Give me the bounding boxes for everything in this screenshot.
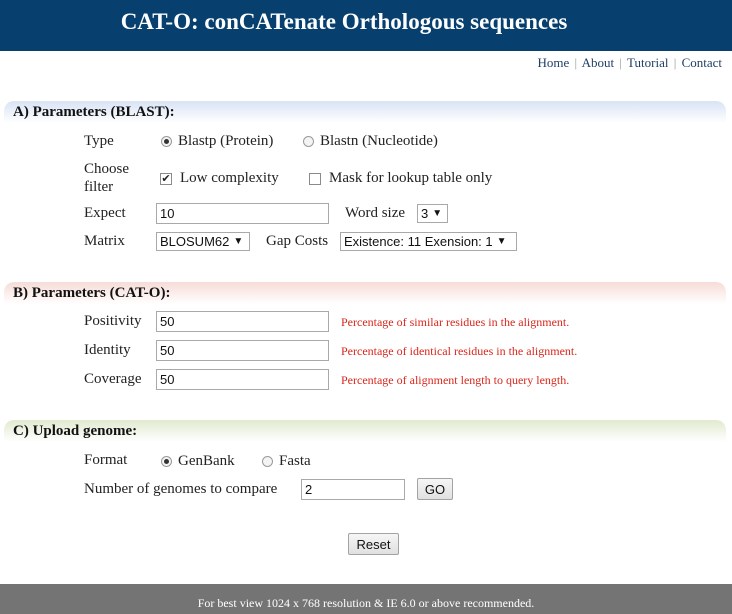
- footer-note: For best view 1024 x 768 resolution & IE…: [197, 596, 535, 610]
- checkbox-checked-icon[interactable]: ✔: [160, 172, 172, 185]
- checkbox-icon[interactable]: [309, 172, 321, 185]
- identity-hint: Percentage of identical residues in the …: [341, 344, 578, 358]
- type-option-blastn[interactable]: Blastn (Nucleotide): [303, 133, 438, 150]
- filter-mask-lookup-label: Mask for lookup table only: [329, 170, 493, 186]
- matrix-label: Matrix: [84, 233, 125, 249]
- word-size-select[interactable]: 3 ▼: [417, 204, 448, 223]
- format-option-fasta[interactable]: Fasta: [262, 453, 311, 470]
- section-b-header: B) Parameters (CAT-O):: [4, 282, 726, 304]
- format-option-genbank-label: GenBank: [178, 453, 235, 469]
- coverage-label: Coverage: [84, 371, 142, 387]
- section-c-title: C) Upload genome:: [13, 423, 138, 439]
- coverage-hint: Percentage of alignment length to query …: [341, 373, 570, 387]
- filter-mask-lookup[interactable]: Mask for lookup table only: [309, 170, 492, 187]
- top-nav: Home | About | Tutorial | Contact: [537, 55, 722, 71]
- expect-label: Expect: [84, 205, 126, 221]
- site-title: CAT-O: conCATenate Orthologous sequences: [120, 9, 568, 34]
- section-a-header: A) Parameters (BLAST):: [4, 101, 726, 123]
- radio-icon[interactable]: [161, 136, 172, 147]
- filter-low-complexity[interactable]: ✔ Low complexity: [160, 170, 279, 187]
- positivity-input[interactable]: 50: [156, 311, 329, 332]
- identity-label: Identity: [84, 342, 131, 358]
- type-label: Type: [84, 133, 114, 149]
- identity-input[interactable]: 50: [156, 340, 329, 361]
- gap-costs-select[interactable]: Existence: 11 Exension: 1 ▼: [340, 232, 517, 251]
- section-a-title: A) Parameters (BLAST):: [13, 104, 175, 120]
- word-size-value: 3: [421, 206, 429, 221]
- choose-filter-label: Choose filter: [84, 160, 129, 196]
- section-b-title: B) Parameters (CAT-O):: [13, 285, 171, 301]
- format-option-genbank[interactable]: GenBank: [161, 453, 235, 470]
- radio-icon[interactable]: [161, 456, 172, 467]
- dropdown-arrow-icon: ▼: [432, 208, 443, 219]
- matrix-select[interactable]: BLOSUM62 ▼: [156, 232, 250, 251]
- type-option-blastp-label: Blastp (Protein): [178, 133, 274, 149]
- nav-about-link[interactable]: About: [582, 55, 615, 70]
- radio-icon[interactable]: [303, 136, 314, 147]
- format-label: Format: [84, 452, 128, 468]
- radio-icon[interactable]: [262, 456, 273, 467]
- positivity-hint: Percentage of similar residues in the al…: [341, 315, 570, 329]
- genomes-count-input[interactable]: 2: [301, 479, 405, 500]
- word-size-label: Word size: [345, 205, 406, 221]
- section-c-header: C) Upload genome:: [4, 420, 726, 442]
- gap-costs-label: Gap Costs: [266, 233, 329, 249]
- coverage-input[interactable]: 50: [156, 369, 329, 390]
- reset-button[interactable]: Reset: [348, 533, 399, 555]
- site-header: CAT-O: conCATenate Orthologous sequences: [0, 0, 732, 51]
- nav-home-link[interactable]: Home: [537, 55, 569, 70]
- nav-separator: |: [574, 55, 578, 70]
- type-option-blastp[interactable]: Blastp (Protein): [161, 133, 273, 150]
- positivity-label: Positivity: [84, 313, 142, 329]
- gap-costs-value: Existence: 11 Exension: 1: [344, 234, 493, 249]
- nav-tutorial-link[interactable]: Tutorial: [627, 55, 668, 70]
- genomes-count-label: Number of genomes to compare: [84, 481, 278, 497]
- dropdown-arrow-icon: ▼: [233, 236, 244, 247]
- expect-input[interactable]: 10: [156, 203, 329, 224]
- choose-filter-label-line1: Choose: [84, 161, 129, 177]
- nav-separator: |: [673, 55, 677, 70]
- type-option-blastn-label: Blastn (Nucleotide): [320, 133, 438, 149]
- page-footer: For best view 1024 x 768 resolution & IE…: [0, 584, 732, 614]
- filter-low-complexity-label: Low complexity: [180, 170, 279, 186]
- go-button[interactable]: GO: [417, 478, 453, 500]
- matrix-value: BLOSUM62: [160, 234, 230, 249]
- dropdown-arrow-icon: ▼: [496, 236, 507, 247]
- nav-separator: |: [619, 55, 623, 70]
- format-option-fasta-label: Fasta: [279, 453, 311, 469]
- nav-contact-link[interactable]: Contact: [682, 55, 722, 70]
- choose-filter-label-line2: filter: [84, 179, 114, 195]
